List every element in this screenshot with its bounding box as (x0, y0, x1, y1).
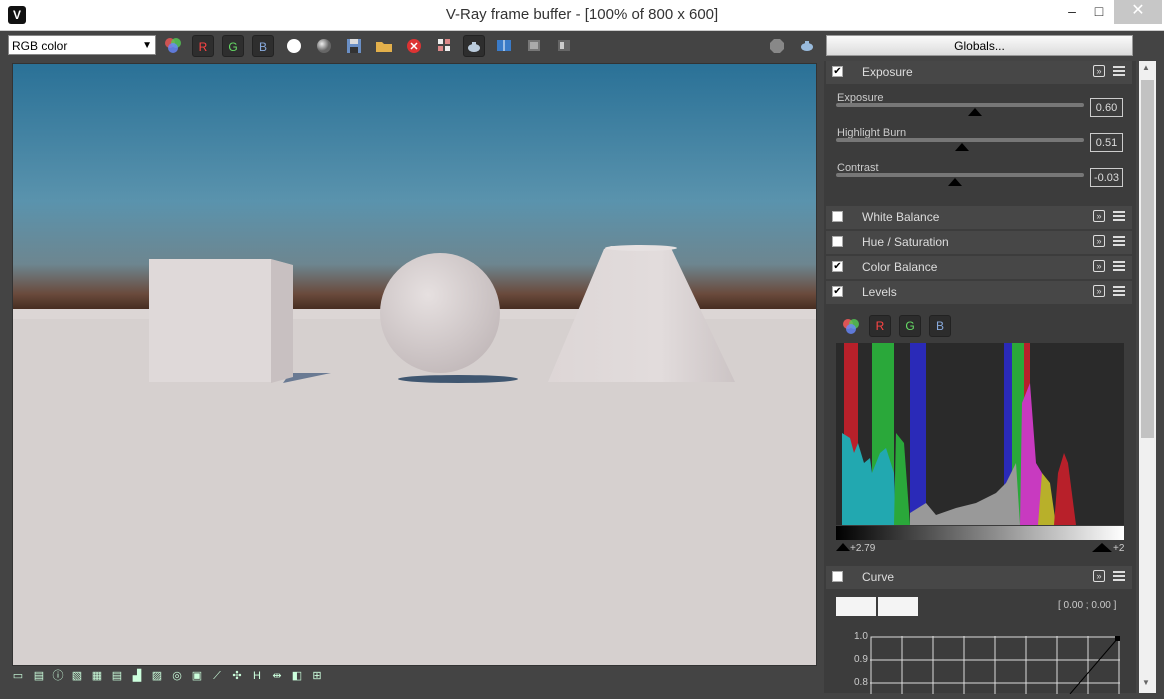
lens-effects-icon[interactable] (553, 35, 575, 57)
color-correction-icon[interactable]: ▧ (70, 669, 84, 683)
panel-toggle-icon[interactable]: ▭ (11, 669, 25, 683)
render-viewport[interactable] (12, 63, 817, 666)
save-icon[interactable] (343, 35, 365, 57)
levels-green-button[interactable]: G (899, 315, 921, 337)
blue-channel-button[interactable]: B (252, 35, 274, 57)
stamp-icon[interactable]: ▤ (110, 669, 124, 683)
info-icon[interactable]: ⓘ (51, 669, 65, 683)
compare-icon[interactable]: ◧ (290, 669, 304, 683)
curve-y-tick: 0.9 (854, 654, 868, 665)
exposure-slider[interactable] (836, 103, 1084, 107)
levels-histogram[interactable] (836, 343, 1124, 525)
levels-gradient (836, 526, 1124, 540)
contrast-slider[interactable] (836, 173, 1084, 177)
minimize-button[interactable]: – (1057, 0, 1087, 24)
curve-graph[interactable] (870, 636, 1120, 698)
hue-saturation-title: Hue / Saturation (862, 235, 949, 249)
scroll-down-icon[interactable]: ▼ (1142, 678, 1150, 687)
close-button[interactable]: ✕ (1114, 0, 1162, 24)
render-last-icon[interactable] (796, 35, 818, 57)
red-channel-button[interactable]: R (192, 35, 214, 57)
white-balance-title: White Balance (862, 210, 940, 224)
white-balance-checkbox[interactable] (832, 211, 843, 222)
history-icon[interactable] (523, 35, 545, 57)
rendered-image (13, 64, 816, 665)
color-balance-checkbox[interactable]: ✔ (832, 261, 843, 272)
curve-y-tick: 1.0 (854, 631, 868, 642)
gray-sphere-icon[interactable] (313, 35, 335, 57)
curve-coordinates: [ 0.00 ; 0.00 ] (1058, 600, 1117, 611)
curve-title: Curve (862, 570, 895, 584)
exposure-value[interactable]: 0.60 (1090, 98, 1123, 117)
render-teapot-icon[interactable] (463, 35, 485, 57)
fit-icon[interactable]: ⇹ (270, 669, 284, 683)
scrollbar-thumb[interactable] (1141, 80, 1154, 438)
color-balance-title: Color Balance (862, 260, 938, 274)
expand-icon[interactable]: » (1093, 235, 1105, 247)
menu-icon[interactable] (1113, 236, 1125, 246)
levels-red-button[interactable]: R (869, 315, 891, 337)
srgb-icon[interactable]: ✣ (230, 669, 244, 683)
levels-low-value: +2.79 (850, 543, 876, 554)
highlight-icon[interactable]: H (250, 669, 264, 683)
histogram-icon[interactable]: ▟ (130, 669, 144, 683)
render-history-icon[interactable]: ▤ (32, 669, 46, 683)
ocio-icon[interactable]: ◎ (170, 669, 184, 683)
region-render-icon[interactable] (433, 35, 455, 57)
stop-render-icon[interactable] (766, 35, 788, 57)
green-channel-button[interactable]: G (222, 35, 244, 57)
curve-checkbox[interactable] (832, 571, 843, 582)
levels-title: Levels (862, 285, 897, 299)
contrast-slider-thumb[interactable] (948, 178, 962, 186)
open-folder-icon[interactable] (373, 35, 395, 57)
expand-icon[interactable]: » (1093, 65, 1105, 77)
zoom-icon[interactable]: ⊞ (310, 669, 324, 683)
expand-icon[interactable]: » (1093, 570, 1105, 582)
curve-y-tick: 0.8 (854, 677, 868, 688)
scroll-up-icon[interactable]: ▲ (1142, 63, 1150, 72)
expand-icon[interactable]: » (1093, 210, 1105, 222)
chevron-down-icon: ▼ (142, 40, 152, 51)
levels-high-value: +2 (1113, 543, 1125, 554)
white-circle-icon[interactable] (283, 35, 305, 57)
compare-ab-icon[interactable] (493, 35, 515, 57)
icc-icon[interactable]: ▣ (190, 669, 204, 683)
exposure-slider-thumb[interactable] (968, 108, 982, 116)
clear-image-icon[interactable] (403, 35, 425, 57)
expand-icon[interactable]: » (1093, 260, 1105, 272)
curve-swatch-right[interactable] (878, 597, 918, 616)
curve-icon[interactable]: ⟋ (210, 669, 224, 683)
lut-icon[interactable]: ▨ (150, 669, 164, 683)
rgb-circles-icon[interactable] (840, 315, 862, 337)
curve-swatch-left[interactable] (836, 597, 876, 616)
channel-list-icon[interactable]: ▦ (90, 669, 104, 683)
menu-icon[interactable] (1113, 261, 1125, 271)
highlight-burn-value[interactable]: 0.51 (1090, 133, 1123, 152)
menu-icon[interactable] (1113, 66, 1125, 76)
menu-icon[interactable] (1113, 286, 1125, 296)
globals-button[interactable]: Globals... (826, 35, 1133, 56)
exposure-title: Exposure (862, 65, 913, 79)
levels-blue-button[interactable]: B (929, 315, 951, 337)
highlight-burn-slider-thumb[interactable] (955, 143, 969, 151)
maximize-button[interactable]: □ (1084, 0, 1114, 24)
rgb-circles-icon[interactable] (162, 35, 184, 57)
exposure-checkbox[interactable]: ✔ (832, 66, 843, 77)
menu-icon[interactable] (1113, 571, 1125, 581)
levels-high-thumb[interactable] (1092, 543, 1112, 552)
window-title: V-Ray frame buffer - [100% of 800 x 600] (445, 6, 719, 23)
levels-low-thumb[interactable] (836, 543, 850, 551)
channel-select-value: RGB color (12, 39, 68, 53)
expand-icon[interactable]: » (1093, 285, 1105, 297)
highlight-burn-slider[interactable] (836, 138, 1084, 142)
levels-checkbox[interactable]: ✔ (832, 286, 843, 297)
hue-saturation-checkbox[interactable] (832, 236, 843, 247)
channel-select[interactable]: RGB color ▼ (8, 35, 156, 55)
contrast-value[interactable]: -0.03 (1090, 168, 1123, 187)
menu-icon[interactable] (1113, 211, 1125, 221)
